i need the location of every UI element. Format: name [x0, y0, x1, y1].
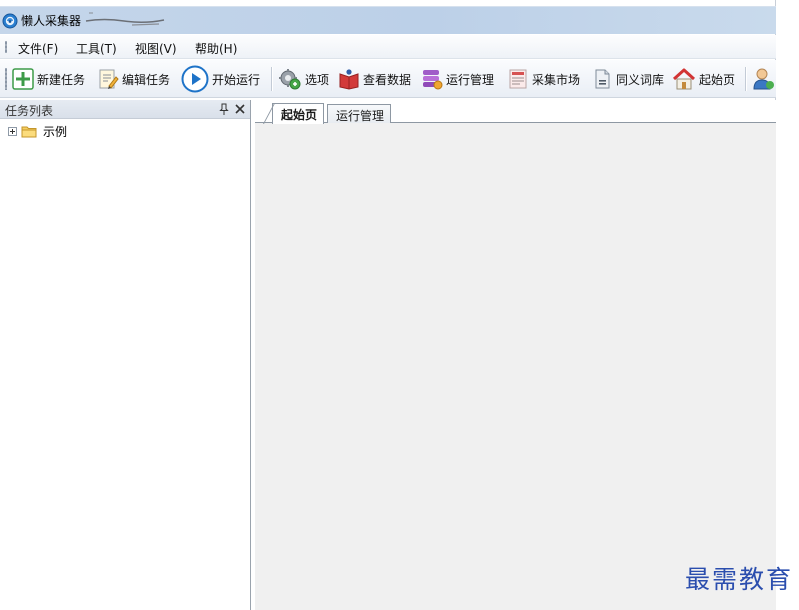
market-icon [509, 69, 527, 89]
database-icon [423, 70, 443, 90]
collect-market-button[interactable]: 采集市场 [507, 65, 580, 93]
app-logo-icon [2, 13, 18, 29]
document-area: 起始页 运行管理 [255, 100, 776, 610]
expand-toggle[interactable] [8, 126, 17, 136]
tab-start-page[interactable]: 起始页 [272, 103, 325, 124]
start-page-button[interactable]: 起始页 [672, 65, 735, 93]
tree-item[interactable]: 示例 [8, 122, 67, 140]
pin-icon[interactable] [218, 103, 230, 116]
new-task-icon [12, 68, 34, 90]
new-task-button[interactable]: 新建任务 [12, 65, 85, 93]
collect-market-label: 采集市场 [532, 72, 581, 87]
user-icon [753, 68, 774, 90]
toolbar-separator [271, 67, 272, 91]
toolbar: 新建任务 编辑任务 开始运行 选项 查看数据 运行管理 采集市场 同义词库 起始… [0, 60, 776, 98]
toolbar-grip[interactable] [5, 68, 7, 90]
start-run-button[interactable]: 开始运行 [181, 65, 260, 93]
window-title: 懒人采集器 [21, 14, 82, 28]
folder-icon [21, 126, 37, 137]
start-page-label: 起始页 [699, 72, 736, 87]
tab-strip: 起始页 运行管理 [255, 100, 776, 124]
menu-file[interactable]: 文件(F) [18, 40, 58, 57]
home-icon [672, 68, 696, 90]
toolbar-separator [745, 67, 746, 91]
task-list-header: 任务列表 [0, 100, 250, 119]
synonym-library-label: 同义词库 [616, 72, 665, 87]
document-icon [595, 69, 610, 89]
menu-bar: 文件(F) 工具(T) 视图(V) 帮助(H) [0, 35, 776, 59]
options-button[interactable]: 选项 [278, 65, 329, 93]
menu-grip[interactable] [5, 41, 7, 53]
edit-task-icon [99, 69, 119, 89]
watermark: 最需教育 [684, 565, 793, 594]
close-icon[interactable] [234, 103, 246, 115]
start-run-label: 开始运行 [212, 72, 261, 87]
edit-task-button[interactable]: 编辑任务 [97, 65, 170, 93]
menu-view[interactable]: 视图(V) [135, 40, 177, 57]
app-window: 懒人采集器 文件(F) 工具(T) 视图(V) 帮助(H) 新建任务 编辑任务 … [0, 0, 776, 610]
task-list-title: 任务列表 [5, 104, 54, 118]
synonym-library-button[interactable]: 同义词库 [591, 65, 664, 93]
menu-help[interactable]: 帮助(H) [195, 40, 237, 57]
title-bar[interactable]: 懒人采集器 [0, 6, 776, 34]
menu-tools[interactable]: 工具(T) [76, 40, 117, 57]
gear-icon [279, 69, 301, 90]
redacted-mark [85, 12, 165, 26]
options-label: 选项 [305, 72, 330, 87]
view-data-label: 查看数据 [363, 72, 412, 87]
run-manage-button[interactable]: 运行管理 [421, 65, 494, 93]
user-button[interactable] [751, 65, 775, 93]
view-data-icon [339, 69, 359, 90]
edit-task-label: 编辑任务 [122, 72, 171, 87]
tree-item-label: 示例 [43, 124, 68, 139]
new-task-label: 新建任务 [37, 72, 86, 87]
tab-label: 起始页 [281, 108, 318, 122]
task-list-panel: 任务列表 示例 [0, 100, 251, 610]
play-icon [181, 65, 209, 93]
run-manage-label: 运行管理 [446, 72, 495, 87]
tab-run-manage[interactable]: 运行管理 [327, 104, 392, 123]
tab-label: 运行管理 [336, 109, 385, 123]
view-data-button[interactable]: 查看数据 [338, 65, 411, 93]
